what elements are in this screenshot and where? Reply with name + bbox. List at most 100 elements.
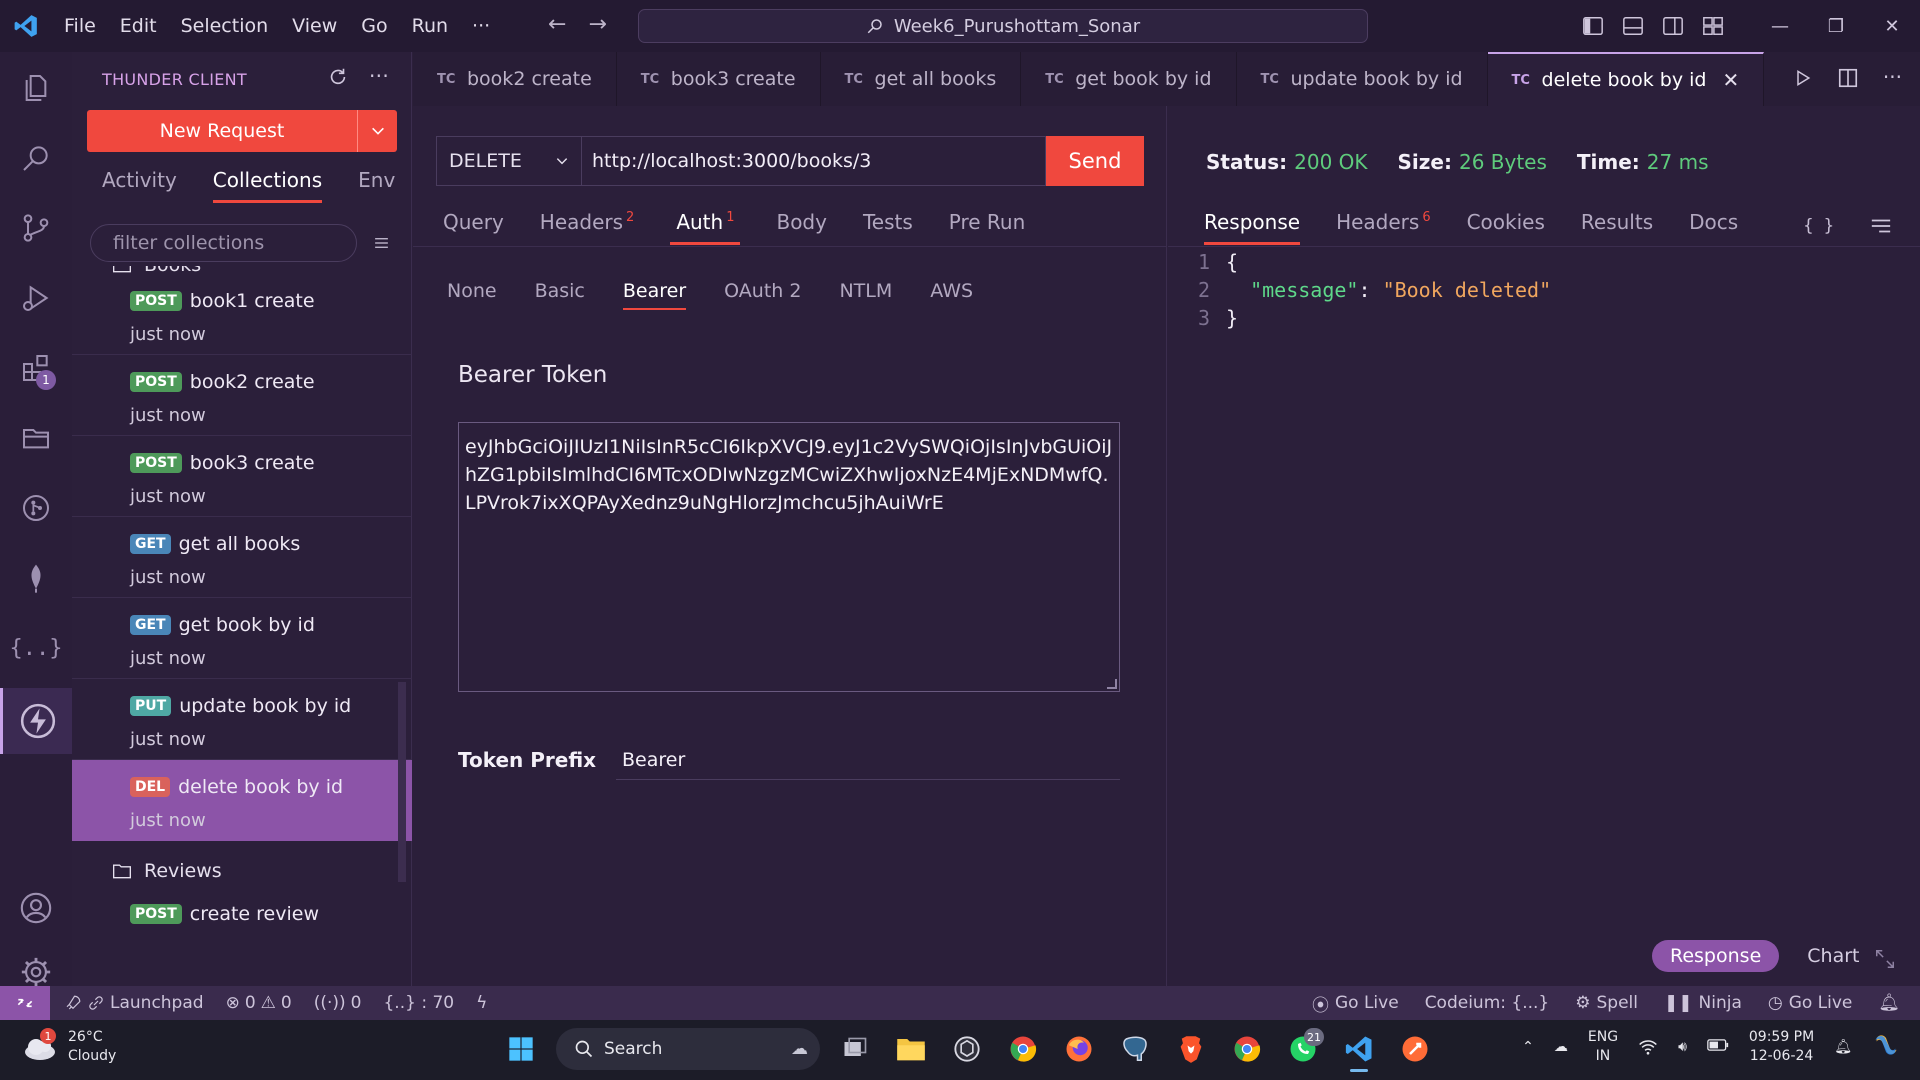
auth-ntlm[interactable]: NTLM (839, 280, 892, 310)
new-request-button[interactable]: New Request (87, 110, 397, 152)
tab-response-headers[interactable]: Headers 6 (1336, 210, 1431, 245)
editor-tab-active[interactable]: TC delete book by id ✕ (1487, 52, 1765, 106)
auth-bearer[interactable]: Bearer (622, 280, 687, 310)
tab-query[interactable]: Query (443, 210, 504, 245)
toggle-response-button[interactable]: Response (1652, 940, 1780, 972)
taskbar-search[interactable]: Search ☁︎ (556, 1028, 820, 1070)
request-item[interactable]: GET get book by id just now (72, 598, 412, 679)
editor-tab[interactable]: TC book2 create (413, 52, 617, 106)
run-debug-icon[interactable] (0, 268, 72, 328)
editor-tab[interactable]: TC get all books (821, 52, 1022, 106)
brave-icon[interactable] (1170, 1028, 1212, 1070)
chrome-icon[interactable] (1002, 1028, 1044, 1070)
notification-bell-icon[interactable]: 🔔︎ (1834, 1039, 1852, 1055)
expand-icon[interactable] (1874, 948, 1896, 970)
codeium-item[interactable]: Codeium: {...} (1425, 993, 1550, 1013)
request-item[interactable]: POST create review (72, 897, 412, 978)
postgres-elephant-icon[interactable] (1114, 1028, 1156, 1070)
problems-item[interactable]: ⊗ 0 ⚠ 0 (226, 993, 292, 1013)
request-item[interactable]: PUT update book by id just now (72, 679, 412, 760)
json-braces-icon[interactable]: {..} (0, 618, 72, 678)
auth-oauth2[interactable]: OAuth 2 (724, 280, 801, 310)
wrap-lines-icon[interactable] (1870, 216, 1892, 236)
braces-count-item[interactable]: {..} : 70 (383, 993, 454, 1013)
auth-none[interactable]: None (447, 280, 497, 310)
extensions-icon[interactable]: 1 (0, 338, 72, 398)
tab-pre-run[interactable]: Pre Run (949, 210, 1026, 245)
more-actions-icon[interactable]: ··· (369, 66, 389, 88)
response-body[interactable]: 1 { 2 "message": "Book deleted" 3} (1198, 248, 1551, 332)
token-prefix-input[interactable] (616, 740, 1120, 780)
request-item[interactable]: GET get all books just now (72, 517, 412, 598)
format-braces-icon[interactable]: { } (1803, 216, 1834, 236)
auth-basic[interactable]: Basic (535, 280, 585, 310)
split-editor-icon[interactable] (1837, 67, 1859, 89)
chatgpt-icon[interactable] (946, 1028, 988, 1070)
thunder-status-icon[interactable]: ϟ (476, 993, 487, 1013)
run-icon[interactable] (1793, 67, 1813, 89)
git-graph-icon[interactable] (0, 478, 72, 538)
remote-indicator-icon[interactable] (0, 986, 50, 1020)
folder-reviews[interactable]: Reviews (72, 845, 412, 897)
customize-layout-icon[interactable] (1702, 15, 1724, 37)
go-live-item-2[interactable]: ◷ Go Live (1768, 993, 1853, 1013)
command-center-search[interactable]: Week6_Purushottam_Sonar (638, 9, 1368, 43)
close-tab-icon[interactable]: ✕ (1722, 68, 1739, 92)
wifi-icon[interactable] (1638, 1038, 1658, 1056)
request-item[interactable]: POST book3 create just now (72, 436, 412, 517)
tab-response[interactable]: Response (1204, 210, 1301, 245)
tab-body[interactable]: Body (776, 210, 827, 245)
tab-activity[interactable]: Activity (102, 168, 177, 203)
resize-grip-icon[interactable] (1107, 679, 1117, 689)
tab-cookies[interactable]: Cookies (1467, 210, 1545, 245)
whatsapp-icon[interactable]: 21 (1282, 1028, 1324, 1070)
explorer-icon[interactable] (0, 58, 72, 118)
refresh-icon[interactable] (327, 66, 349, 88)
toggle-panel-icon[interactable] (1622, 15, 1644, 37)
tab-headers[interactable]: Headers 2 (540, 210, 635, 245)
toggle-sidebar-icon[interactable] (1582, 15, 1604, 37)
method-select[interactable]: DELETE (436, 136, 582, 186)
battery-icon[interactable] (1707, 1038, 1729, 1056)
thunder-client-icon[interactable] (0, 688, 72, 754)
request-item[interactable]: POST book2 create just now (72, 355, 412, 436)
clock[interactable]: 09:59 PM 12-06-24 (1749, 1028, 1814, 1066)
back-arrow-icon[interactable]: ← (548, 12, 566, 37)
tab-env[interactable]: Env (358, 168, 395, 203)
launchpad-item[interactable]: Launchpad (64, 993, 204, 1013)
request-item[interactable]: POST book1 create just now (72, 274, 412, 355)
toggle-chart-button[interactable]: Chart (1807, 945, 1859, 967)
filter-collections-input[interactable] (90, 224, 357, 262)
minimize-icon[interactable]: — (1752, 16, 1808, 37)
collections-menu-icon[interactable] (373, 232, 390, 254)
tab-auth[interactable]: Auth 1 (670, 210, 741, 245)
close-window-icon[interactable]: ✕ (1864, 16, 1920, 37)
show-hidden-icons-chevron-icon[interactable]: ⌃ (1522, 1039, 1534, 1055)
tab-docs[interactable]: Docs (1689, 210, 1738, 245)
weather-widget[interactable]: 1 26°C Cloudy (22, 1028, 116, 1066)
tab-collections[interactable]: Collections (212, 168, 323, 203)
forward-arrow-icon[interactable]: → (588, 12, 606, 37)
restore-icon[interactable]: ❐ (1808, 16, 1864, 37)
menu-go[interactable]: Go (349, 15, 399, 37)
menu-selection[interactable]: Selection (169, 15, 281, 37)
source-control-icon[interactable] (0, 198, 72, 258)
copilot-icon[interactable] (1872, 1031, 1900, 1063)
sidebar-scrollbar[interactable] (398, 682, 406, 882)
onedrive-cloud-icon[interactable]: ☁︎ (1554, 1039, 1568, 1055)
ninja-item[interactable]: ❚❚ Ninja (1664, 993, 1742, 1013)
editor-tab[interactable]: TC book3 create (617, 52, 821, 106)
menu-file[interactable]: File (52, 15, 108, 37)
spell-item[interactable]: ⚙ Spell (1575, 993, 1638, 1013)
search-view-icon[interactable] (0, 128, 72, 188)
bearer-token-textarea[interactable]: eyJhbGciOiJIUzI1NiIsInR5cCI6IkpXVCJ9.eyJ… (458, 422, 1120, 692)
mongodb-leaf-icon[interactable] (0, 548, 72, 608)
auth-aws[interactable]: AWS (930, 280, 973, 310)
vscode-logo-icon[interactable] (0, 0, 52, 52)
folder-books[interactable]: Books (72, 266, 412, 274)
remote-explorer-icon[interactable] (0, 408, 72, 468)
task-view-icon[interactable] (834, 1028, 876, 1070)
file-explorer-icon[interactable] (890, 1028, 932, 1070)
more-tab-actions-icon[interactable]: ··· (1883, 67, 1902, 89)
firefox-icon[interactable] (1058, 1028, 1100, 1070)
